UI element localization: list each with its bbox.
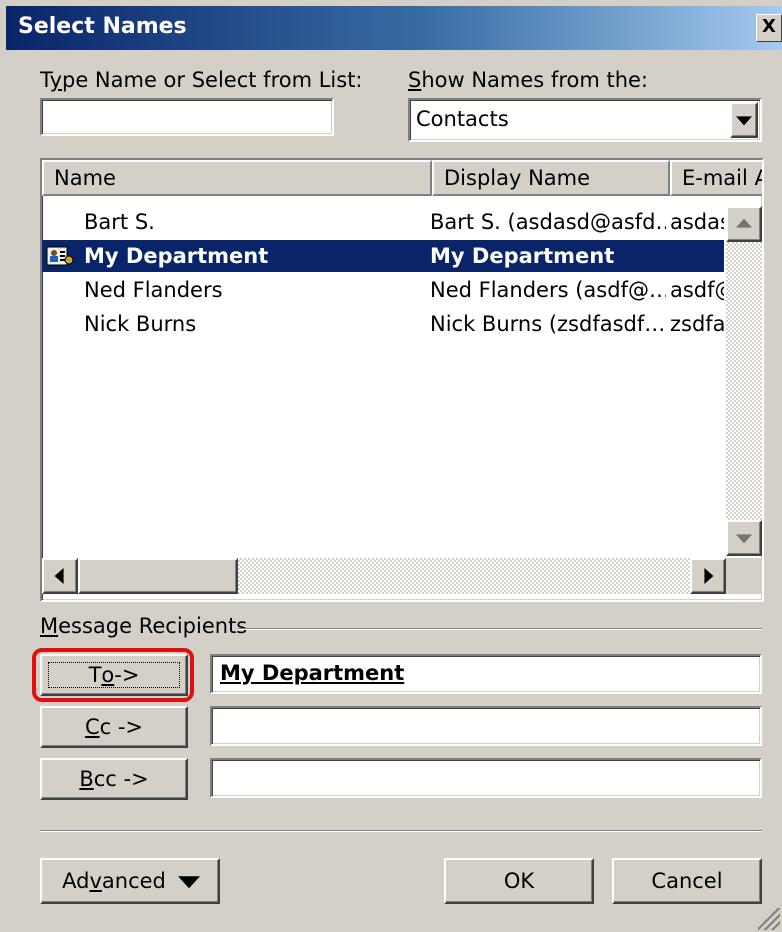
bcc-button[interactable]: Bcc -> xyxy=(40,758,188,800)
list-item[interactable]: Nick Burns Nick Burns (zsdfasdf… zsdfa: xyxy=(42,308,724,340)
column-header-name[interactable]: Name xyxy=(42,160,432,196)
window-title: Select Names xyxy=(18,14,187,39)
column-header-email[interactable]: E-mail A xyxy=(670,160,762,196)
contact-group-icon xyxy=(46,246,74,266)
arrow-up-icon xyxy=(736,218,752,228)
names-list[interactable]: Name Display Name E-mail A Bart S. Bart … xyxy=(40,158,764,602)
dropdown-arrow-icon xyxy=(177,875,200,889)
address-book-selected: Contacts xyxy=(416,107,509,131)
arrow-down-icon xyxy=(736,534,752,544)
footer-divider xyxy=(40,830,762,832)
bcc-field[interactable] xyxy=(210,758,762,798)
show-names-label: Show Names from the: xyxy=(408,68,649,92)
chevron-down-icon xyxy=(736,116,752,126)
vertical-scrollbar[interactable] xyxy=(726,206,762,556)
cancel-button[interactable]: Cancel xyxy=(612,858,762,904)
list-item[interactable]: Bart S. Bart S. (asdasd@asfd… asdas xyxy=(42,206,724,238)
scroll-left-button[interactable] xyxy=(42,558,78,594)
arrow-right-icon xyxy=(704,568,714,584)
to-field-value[interactable]: My Department xyxy=(220,661,404,685)
advanced-button[interactable]: Advanced xyxy=(40,858,220,904)
close-icon: X xyxy=(762,16,776,37)
address-book-select[interactable]: Contacts xyxy=(408,98,762,142)
address-book-dropdown-button[interactable] xyxy=(730,102,758,138)
highlight-ring xyxy=(32,648,194,702)
horizontal-scroll-thumb[interactable] xyxy=(78,558,238,594)
close-button[interactable]: X xyxy=(756,14,782,42)
message-recipients-label: Message Recipients xyxy=(40,614,248,638)
arrow-left-icon xyxy=(54,568,64,584)
resize-grip[interactable] xyxy=(758,908,780,930)
scroll-down-button[interactable] xyxy=(726,520,762,556)
column-header-display-name[interactable]: Display Name xyxy=(432,160,670,196)
title-bar[interactable]: Select Names X xyxy=(6,6,782,50)
search-label: Type Name or Select from List: xyxy=(40,68,363,92)
cc-field[interactable] xyxy=(210,706,762,746)
horizontal-scrollbar[interactable] xyxy=(42,558,726,594)
select-names-dialog: Select Names X Type Name or Select from … xyxy=(0,0,782,932)
scroll-up-button[interactable] xyxy=(726,206,762,242)
to-field[interactable]: My Department xyxy=(210,654,762,694)
list-item[interactable]: Ned Flanders Ned Flanders (asdf@… asdf@ xyxy=(42,274,724,306)
scroll-right-button[interactable] xyxy=(690,558,726,594)
cc-button[interactable]: Cc -> xyxy=(40,706,188,748)
list-item-selected[interactable]: My Department My Department xyxy=(42,240,724,272)
search-input[interactable] xyxy=(40,98,334,136)
group-divider xyxy=(238,628,762,630)
ok-button[interactable]: OK xyxy=(444,858,594,904)
scrollbar-corner xyxy=(726,558,762,594)
